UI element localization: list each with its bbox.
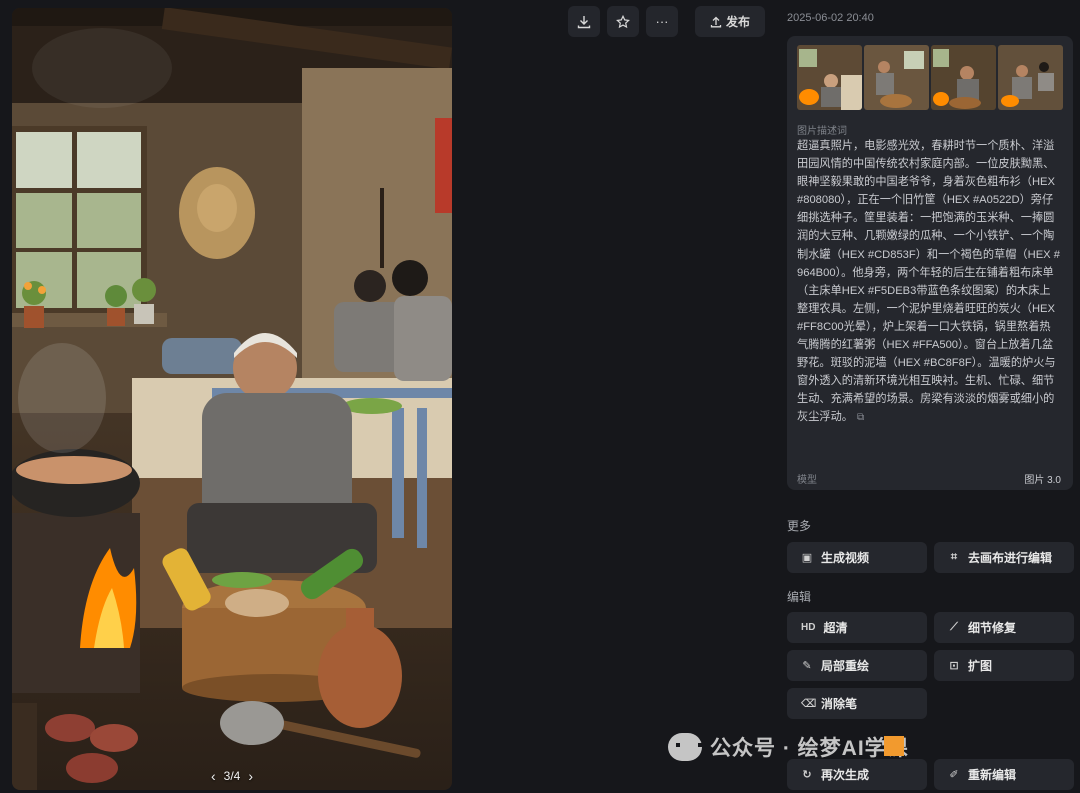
outpaint-button[interactable]: ⊡ 扩图 xyxy=(934,650,1074,681)
eraser-label: 消除笔 xyxy=(821,697,858,711)
generate-video-button[interactable]: ▣ 生成视频 xyxy=(787,542,927,573)
expand-icon: ⊡ xyxy=(949,660,959,672)
model-label: 模型 xyxy=(797,475,817,486)
reedit-label: 重新编辑 xyxy=(968,768,1017,782)
image-pager: ‹ 3/4 › xyxy=(211,768,253,784)
prompt-description: 超逼真照片，电影感光效，春耕时节一个质朴、洋溢田园风情的中国传统农村家庭内部。一… xyxy=(797,137,1061,428)
pager-count: 3/4 xyxy=(223,769,241,783)
publish-label: 发布 xyxy=(725,15,750,29)
prompt-text: 超逼真照片，电影感光效，春耕时节一个质朴、洋溢田园风情的中国传统农村家庭内部。一… xyxy=(797,140,1060,424)
upscale-button[interactable]: HD 超清 xyxy=(787,612,927,643)
watermark-text: 公众号 · 绘梦AI学课 xyxy=(710,737,909,760)
copy-icon[interactable]: ⧉ xyxy=(857,412,864,423)
watermark-logo-square xyxy=(884,736,904,756)
reedit-button[interactable]: ✐ 重新编辑 xyxy=(934,759,1074,790)
regenerate-label: 再次生成 xyxy=(821,768,870,782)
chevron-right-icon[interactable]: › xyxy=(248,768,253,784)
more-section-title: 更多 xyxy=(787,519,812,533)
watermark: 公众号 · 绘梦AI学课 xyxy=(668,732,909,762)
created-timestamp: 2025-06-02 20:40 xyxy=(787,12,874,24)
generated-image xyxy=(12,8,452,790)
refresh-icon: ↻ xyxy=(802,769,812,781)
canvas-edit-button[interactable]: ⌗ 去画布进行编辑 xyxy=(934,542,1074,573)
download-button[interactable] xyxy=(568,6,600,37)
regenerate-button[interactable]: ↻ 再次生成 xyxy=(787,759,927,790)
canvas-edit-label: 去画布进行编辑 xyxy=(968,551,1053,565)
publish-button[interactable]: 发布 xyxy=(695,6,765,37)
star-icon xyxy=(616,14,630,28)
video-icon: ▣ xyxy=(801,552,813,564)
download-icon xyxy=(577,15,591,28)
card-footer: 模型 图片 3.0 xyxy=(797,471,1061,486)
generate-video-label: 生成视频 xyxy=(821,551,870,565)
thumbnail-2[interactable] xyxy=(864,45,929,110)
favorite-button[interactable] xyxy=(607,6,639,37)
upload-icon xyxy=(710,16,722,27)
eraser-button[interactable]: ⌫ 消除笔 xyxy=(787,688,927,719)
detail-fix-label: 细节修复 xyxy=(968,621,1017,635)
thumbnail-3[interactable] xyxy=(931,45,996,110)
model-value: 图片 3.0 xyxy=(1024,475,1061,486)
thumbnail-strip xyxy=(797,45,1063,110)
chevron-left-icon[interactable]: ‹ xyxy=(211,768,216,784)
image-viewer[interactable]: ‹ 3/4 › xyxy=(12,8,452,790)
upscale-label: 超清 xyxy=(823,621,848,635)
image-detail-page: ‹ 3/4 › ··· 发布 2025-06-02 20:40 图片描述词 超逼… xyxy=(0,0,1080,793)
outpaint-label: 扩图 xyxy=(968,659,993,673)
edit-icon: ✐ xyxy=(949,769,959,781)
thumbnail-4[interactable] xyxy=(998,45,1063,110)
description-label: 图片描述词 xyxy=(797,126,847,137)
hd-icon: HD xyxy=(801,622,816,633)
canvas-icon: ⌗ xyxy=(950,551,958,563)
wechat-logo-icon xyxy=(668,733,702,761)
prompt-card: 图片描述词 超逼真照片，电影感光效，春耕时节一个质朴、洋溢田园风情的中国传统农村… xyxy=(787,36,1073,490)
edit-section-title: 编辑 xyxy=(787,590,812,604)
thumbnail-1[interactable] xyxy=(797,45,862,110)
more-button[interactable]: ··· xyxy=(646,6,678,37)
more-icon: ··· xyxy=(655,14,669,29)
magic-wand-icon: ⟋ xyxy=(950,621,958,633)
eraser-icon: ⌫ xyxy=(801,698,817,710)
inpaint-label: 局部重绘 xyxy=(821,659,870,673)
brush-icon: ✎ xyxy=(802,660,812,672)
image-toolbar: ··· 发布 xyxy=(568,6,765,37)
inpaint-button[interactable]: ✎ 局部重绘 xyxy=(787,650,927,681)
detail-fix-button[interactable]: ⟋ 细节修复 xyxy=(934,612,1074,643)
